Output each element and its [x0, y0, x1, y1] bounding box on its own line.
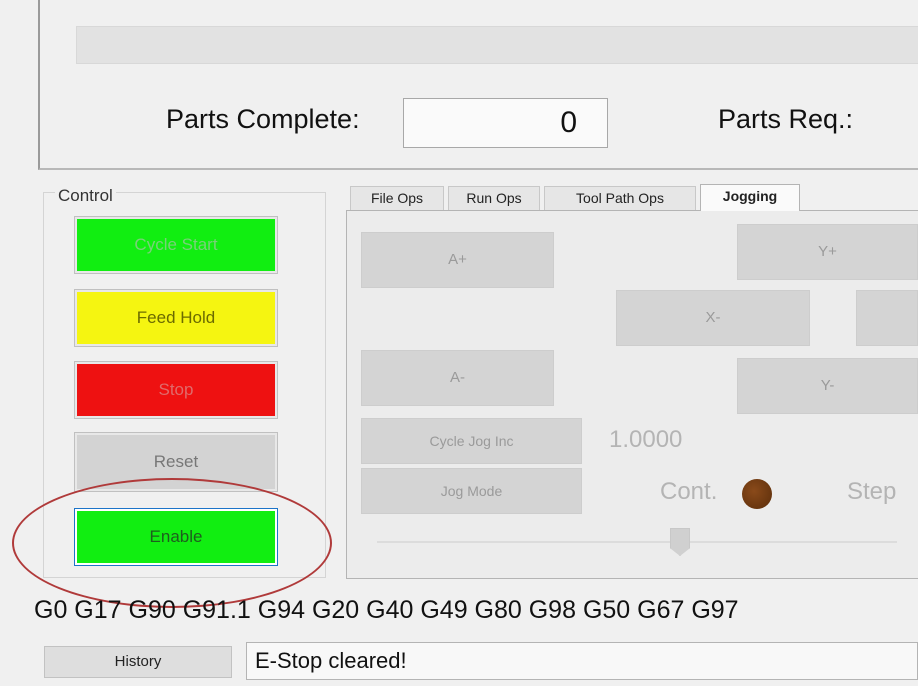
tab-strip: File Ops Run Ops Tool Path Ops Jogging	[346, 184, 918, 211]
jog-rate-slider-track[interactable]	[377, 541, 897, 543]
progress-bar	[76, 26, 918, 64]
jog-increment-value: 1.0000	[609, 426, 683, 453]
jog-x-plus-button[interactable]	[856, 290, 918, 346]
jog-x-minus-button[interactable]: X-	[616, 290, 810, 346]
tab-file-ops[interactable]: File Ops	[350, 186, 444, 210]
tab-jogging[interactable]: Jogging	[700, 184, 800, 211]
parts-complete-label: Parts Complete:	[166, 104, 360, 134]
step-mode-label: Step	[847, 478, 897, 505]
cont-mode-label: Cont.	[660, 478, 718, 505]
cont-mode-indicator-icon	[742, 479, 772, 509]
history-button[interactable]: History	[44, 646, 232, 678]
cycle-jog-inc-button[interactable]: Cycle Jog Inc	[361, 418, 582, 464]
parts-required-label: Parts Req.:	[718, 104, 854, 134]
tab-tool-path-ops[interactable]: Tool Path Ops	[544, 186, 696, 210]
jog-y-minus-button[interactable]: Y-	[737, 358, 918, 414]
jog-a-minus-button[interactable]: A-	[361, 350, 554, 406]
tab-run-ops[interactable]: Run Ops	[448, 186, 540, 210]
gcode-modal-line: G0 G17 G90 G91.1 G94 G20 G40 G49 G80 G98…	[34, 596, 739, 624]
control-group-label: Control	[55, 186, 116, 206]
parts-complete-field[interactable]: 0	[403, 98, 608, 148]
reset-button[interactable]: Reset	[74, 432, 278, 492]
status-message-field: E-Stop cleared!	[246, 642, 918, 680]
stop-button[interactable]: Stop	[74, 361, 278, 419]
jog-mode-button[interactable]: Jog Mode	[361, 468, 582, 514]
enable-button[interactable]: Enable	[74, 508, 278, 566]
mach4-screen: Parts Complete: 0 Parts Req.: Control Cy…	[0, 0, 918, 686]
jog-a-plus-button[interactable]: A+	[361, 232, 554, 288]
feed-hold-button[interactable]: Feed Hold	[74, 289, 278, 347]
cycle-start-button[interactable]: Cycle Start	[74, 216, 278, 274]
jog-y-plus-button[interactable]: Y+	[737, 224, 918, 280]
